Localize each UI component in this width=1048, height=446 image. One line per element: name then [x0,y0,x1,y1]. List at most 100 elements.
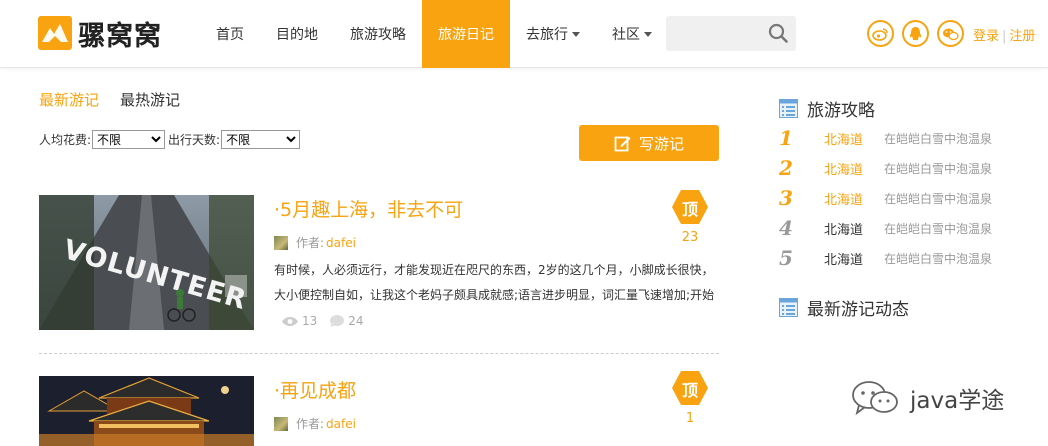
cost-filter-label: 人均花费: [39,133,92,147]
entry-cover-image[interactable] [39,376,254,446]
comment-count-value: 24 [348,314,364,328]
entry-title[interactable]: ·5月趣上海，非去不可 [274,195,463,222]
brand-name: 骡窝窝 [78,20,162,52]
entry-author: 作者: dafei [274,415,356,432]
nav-label: 去旅行 [526,27,568,43]
nav-label: 首页 [216,27,244,43]
upvote-label: 顶 [681,381,698,400]
rank-number: 2 [779,156,793,180]
logo-icon [38,16,72,50]
nav-go-travel[interactable]: 去旅行 [510,0,596,68]
author-name[interactable]: dafei [326,417,356,431]
filter-bar: 人均花费: 不限 出行天数: 不限 [39,130,303,149]
avatar[interactable] [274,416,288,431]
nav-home[interactable]: 首页 [200,0,260,68]
guide-rank-item[interactable]: 4 北海道 在皑皑白雪中泡温泉 [779,216,993,240]
rank-number: 3 [779,186,793,210]
entry-stats: 13 24 [281,314,376,328]
guide-rank-item[interactable]: 3 北海道 在皑皑白雪中泡温泉 [779,186,993,210]
upvote-count: 1 [685,411,695,426]
nav-label: 旅游日记 [438,27,494,43]
nav-label: 目的地 [276,27,318,43]
comment-count: 24 [329,314,364,328]
tab-hottest[interactable]: 最热游记 [120,89,180,110]
list-window-icon [779,99,798,118]
comment-icon [330,315,345,327]
diary-entry: VOLUNTEER ·5月趣上海，非去不可 作者: dafei 有时候，人必须远… [39,190,719,345]
rank-description: 在皑皑白雪中泡温泉 [884,131,993,146]
write-diary-label: 写游记 [638,134,684,153]
author-name[interactable]: dafei [326,236,356,250]
upvote-button[interactable]: 顶 [671,370,709,406]
rank-place[interactable]: 北海道 [824,129,884,148]
author-label: 作者: [296,236,325,250]
rank-description: 在皑皑白雪中泡温泉 [884,161,993,176]
rank-description: 在皑皑白雪中泡温泉 [884,221,993,236]
guide-rank-item[interactable]: 1 北海道 在皑皑白雪中泡温泉 [779,126,993,150]
search-input[interactable] [666,16,762,51]
entry-summary: 有时候，人必须远行，才能发现近在咫尺的东西，2岁的这几个月，小脚成长很快， 大小… [274,258,719,308]
diary-entry: ·再见成都 作者: dafei 顶 1 [39,371,719,446]
nav-travel-diary[interactable]: 旅游日记 [422,0,510,68]
rank-number: 5 [779,246,793,270]
main-nav: 首页 目的地 旅游攻略 旅游日记 去旅行 社区 [200,0,668,68]
avatar[interactable] [274,235,288,250]
rank-number: 4 [779,216,793,240]
logo[interactable]: 骡窝窝 [38,16,162,52]
wechat-bubbles-icon [852,381,898,416]
auth-separator: | [1002,29,1007,44]
edit-icon [614,136,631,151]
rank-place[interactable]: 北海道 [824,249,884,268]
wechat-watermark: java学途 [850,378,1004,418]
upvote-count: 23 [681,230,699,245]
rank-place[interactable]: 北海道 [824,159,884,178]
upvote-button[interactable]: 顶 [671,189,709,225]
nav-travel-guides[interactable]: 旅游攻略 [334,0,422,68]
list-window-icon [779,298,798,317]
rank-place[interactable]: 北海道 [824,189,884,208]
days-filter-select[interactable]: 不限 [221,130,301,149]
rank-number: 1 [779,126,793,150]
write-diary-button[interactable]: 写游记 [579,125,719,161]
search-box [666,16,796,51]
eye-icon [282,316,298,326]
qq-icon[interactable] [902,20,929,47]
tab-latest[interactable]: 最新游记 [39,89,99,110]
author-label: 作者: [296,417,325,431]
sidebar-latest-title: 最新游记动态 [807,300,909,320]
guide-rank-item[interactable]: 2 北海道 在皑皑白雪中泡温泉 [779,156,993,180]
rank-description: 在皑皑白雪中泡温泉 [884,251,993,266]
nav-community[interactable]: 社区 [596,0,668,68]
watermark-text: java学途 [910,388,1005,414]
auth-links: 登录 | 注册 [973,25,1035,44]
entry-author: 作者: dafei [274,234,356,251]
guide-rank-item[interactable]: 5 北海道 在皑皑白雪中泡温泉 [779,246,993,270]
register-link[interactable]: 注册 [1009,29,1035,44]
login-link[interactable]: 登录 [973,29,999,44]
entry-summary-line: 有时候，人必须远行，才能发现近在咫尺的东西，2岁的这几个月，小脚成长很快， [274,263,714,277]
entry-divider [39,353,719,354]
entry-title[interactable]: ·再见成都 [274,376,356,403]
nav-label: 社区 [612,27,640,43]
sidebar-guides-title: 旅游攻略 [807,101,875,121]
days-filter-label: 出行天数: [168,133,221,147]
diary-tabs: 最新游记 最热游记 [39,89,201,110]
weibo-icon[interactable] [867,20,894,47]
view-count-value: 13 [302,314,318,328]
sidebar-latest-heading: 最新游记动态 [779,295,909,320]
site-header: 骡窝窝 首页 目的地 旅游攻略 旅游日记 去旅行 社区 登录 | 注册 [0,0,1048,68]
upvote-label: 顶 [681,200,698,219]
chevron-down-icon [572,31,580,37]
nav-destination[interactable]: 目的地 [260,0,334,68]
view-count: 13 [281,314,317,328]
rank-place[interactable]: 北海道 [824,219,884,238]
rank-description: 在皑皑白雪中泡温泉 [884,191,993,206]
entry-cover-image[interactable]: VOLUNTEER [39,195,254,330]
wechat-icon[interactable] [937,20,964,47]
nav-label: 旅游攻略 [350,27,406,43]
search-icon[interactable] [768,23,788,43]
sidebar-guides-heading: 旅游攻略 [779,96,875,121]
entry-summary-line: 大小便控制自如，让我这个老妈子颇具成就感;语言进步明显，词汇量飞速增加;开始 [274,288,715,302]
chevron-down-icon [644,31,652,37]
cost-filter-select[interactable]: 不限 [92,130,166,149]
